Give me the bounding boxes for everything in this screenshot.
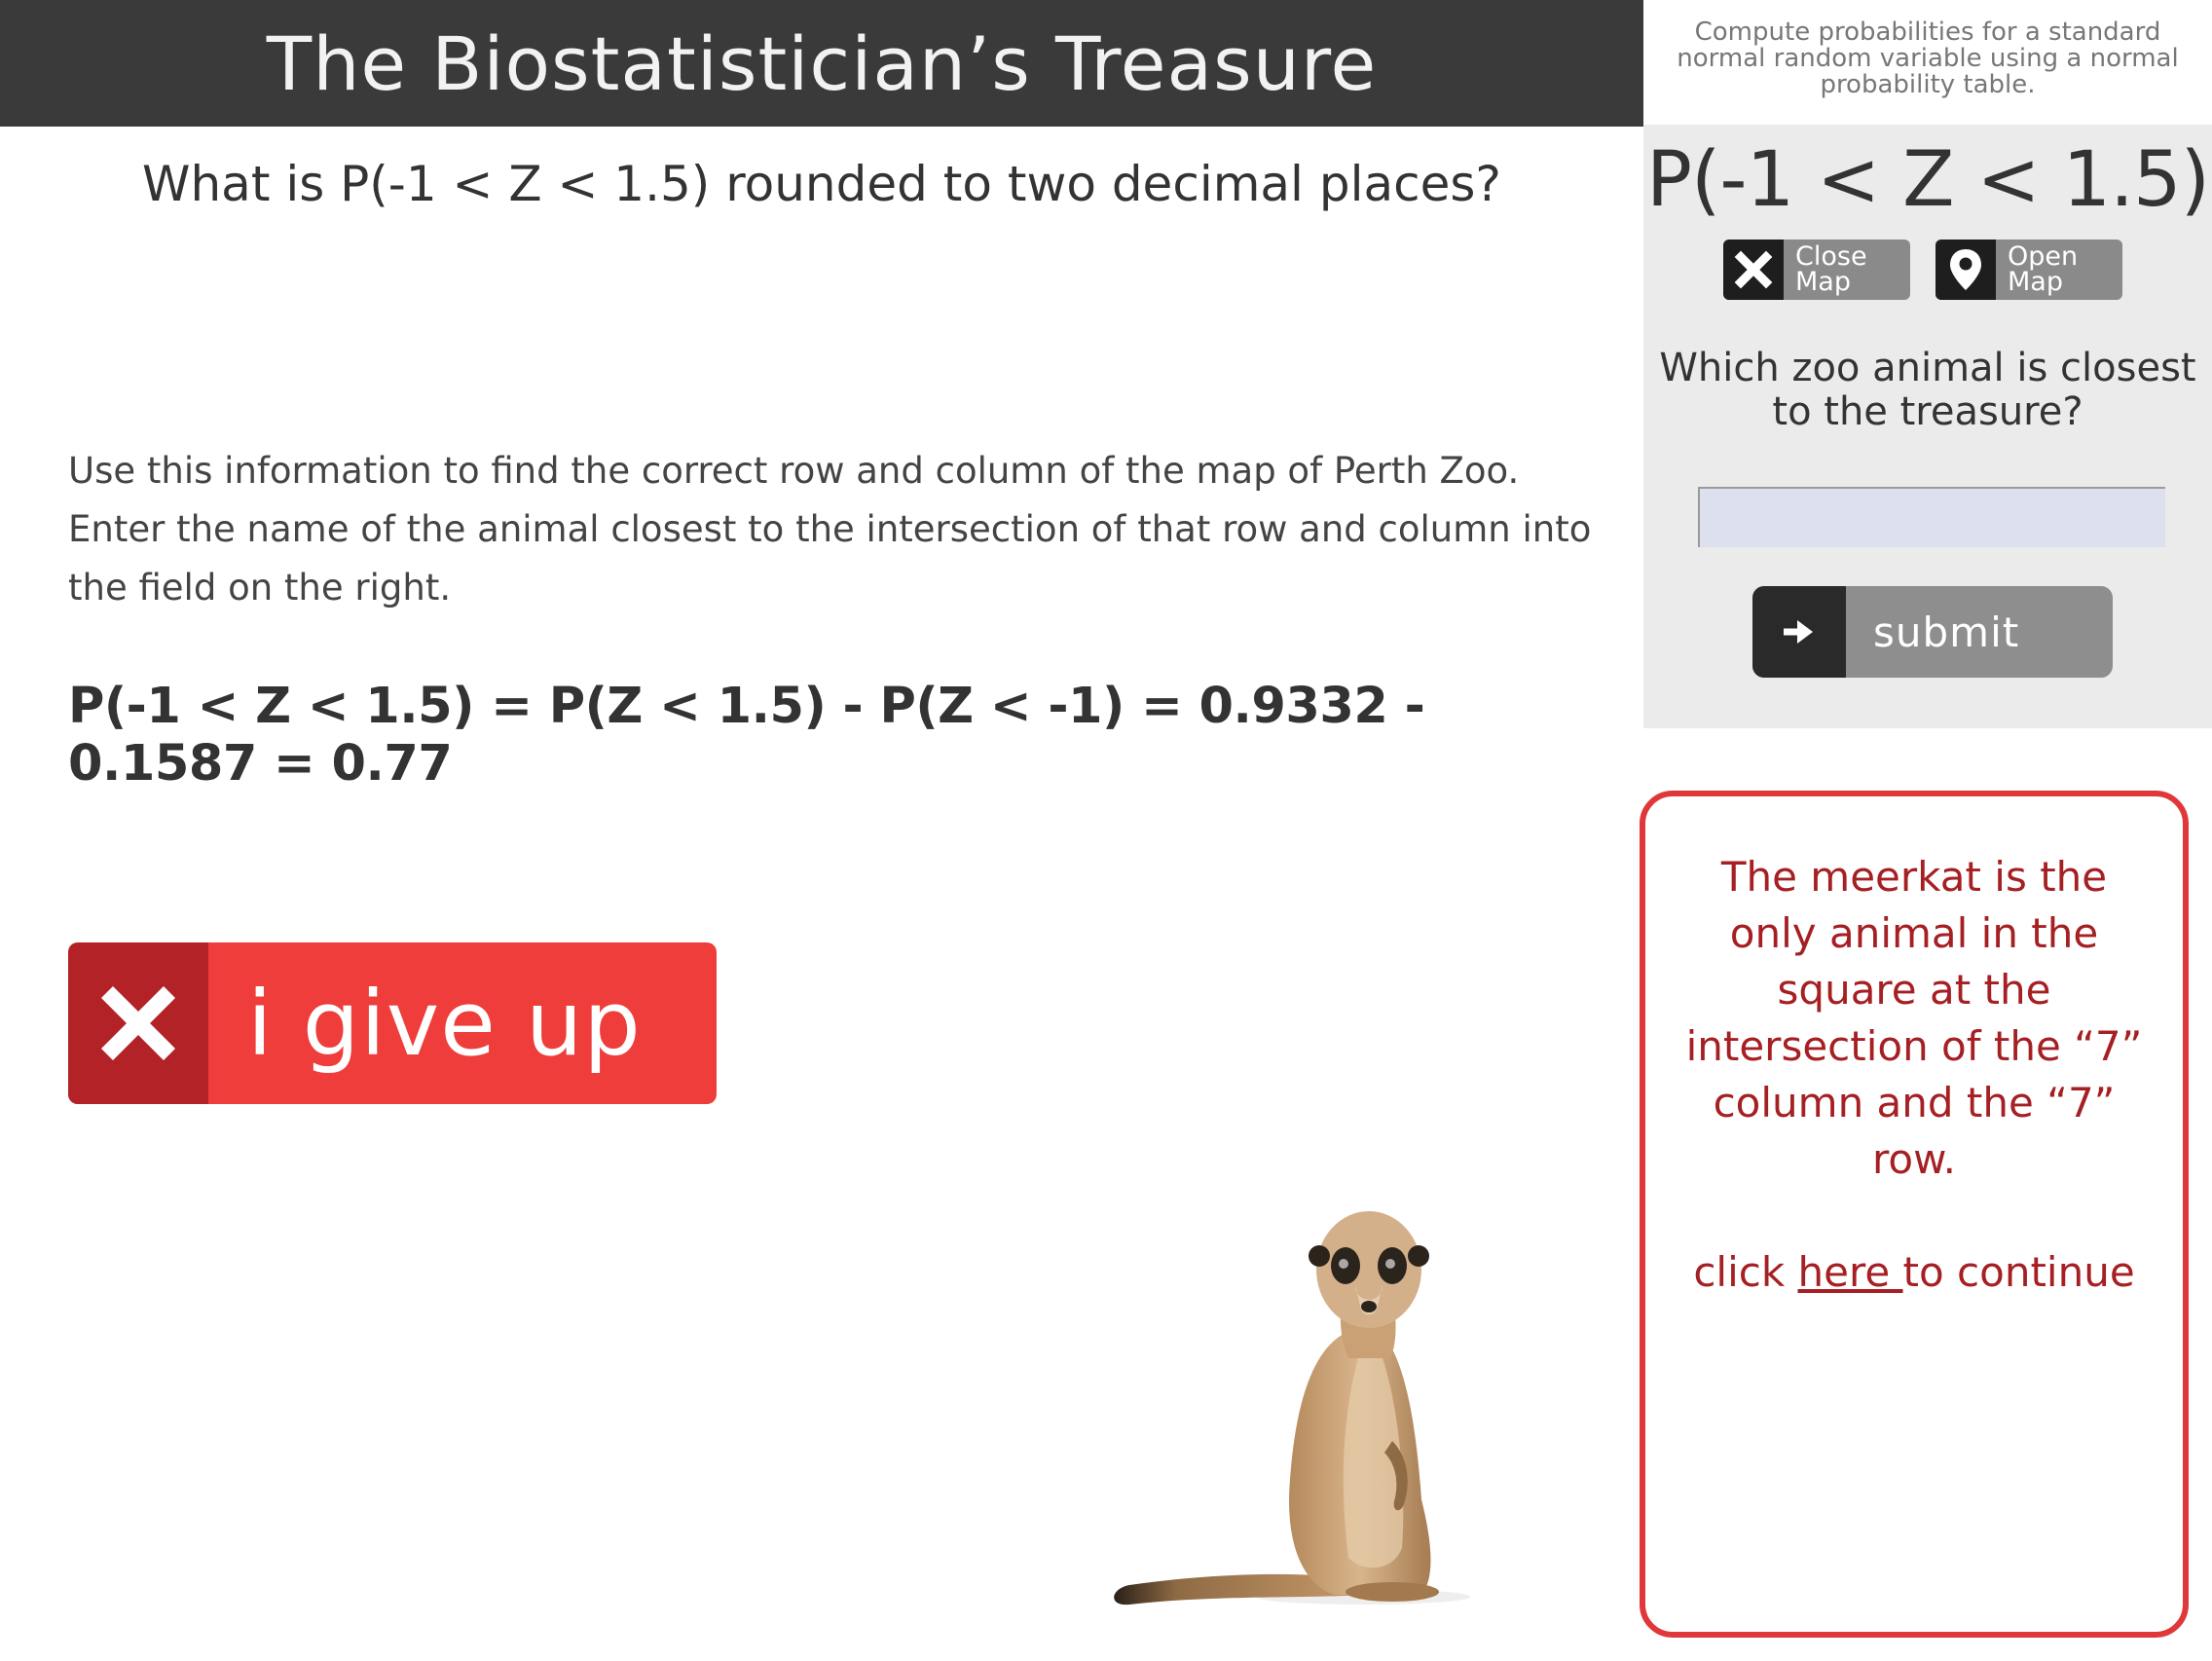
continue-line: click here to continue	[1675, 1244, 2154, 1301]
page-title: The Biostatistician’s Treasure	[266, 19, 1378, 107]
feedback-box: The meerkat is the only animal in the sq…	[1640, 791, 2189, 1638]
animal-question: Which zoo animal is closest to the treas…	[1659, 346, 2196, 434]
continue-suffix: to continue	[1902, 1248, 2135, 1296]
submit-label: submit	[1873, 608, 2020, 656]
close-map-button[interactable]: Close Map	[1723, 240, 1910, 300]
continue-link[interactable]: here	[1798, 1248, 1903, 1296]
page: The Biostatistician’s Treasure Compute p…	[0, 0, 2212, 1661]
solution-equation: P(-1 < Z < 1.5) = P(Z < 1.5) - P(Z < -1)…	[68, 678, 1425, 793]
probability-question: What is P(-1 < Z < 1.5) rounded to two d…	[142, 156, 1501, 212]
open-map-button[interactable]: Open Map	[1936, 240, 2122, 300]
meerkat-image	[1114, 1211, 1470, 1606]
probability-expression: P(-1 < Z < 1.5)	[1645, 136, 2210, 224]
give-up-label: i give up	[247, 971, 642, 1076]
close-icon	[1723, 240, 1784, 300]
feedback-message: The meerkat is the only animal in the sq…	[1685, 853, 2143, 1183]
arrow-right-icon	[1752, 586, 1846, 678]
continue-prefix: click	[1693, 1248, 1798, 1296]
answer-panel: P(-1 < Z < 1.5) Close Map Open Map Which…	[1643, 125, 2212, 728]
animal-answer-input[interactable]	[1698, 487, 2165, 547]
learning-objective: Compute probabilities for a standard nor…	[1643, 0, 2212, 125]
open-map-label: Open Map	[1996, 243, 2078, 297]
close-map-label-line2: Map	[1795, 267, 1851, 297]
submit-button[interactable]: submit	[1752, 586, 2113, 678]
map-pin-icon	[1936, 240, 1996, 300]
open-map-label-line2: Map	[2008, 267, 2063, 297]
give-up-button[interactable]: i give up	[68, 942, 717, 1104]
instructions-text: Use this information to find the correct…	[68, 450, 1592, 609]
close-icon	[68, 942, 208, 1104]
title-bar: The Biostatistician’s Treasure	[0, 0, 1643, 127]
close-map-label: Close Map	[1784, 243, 1867, 297]
